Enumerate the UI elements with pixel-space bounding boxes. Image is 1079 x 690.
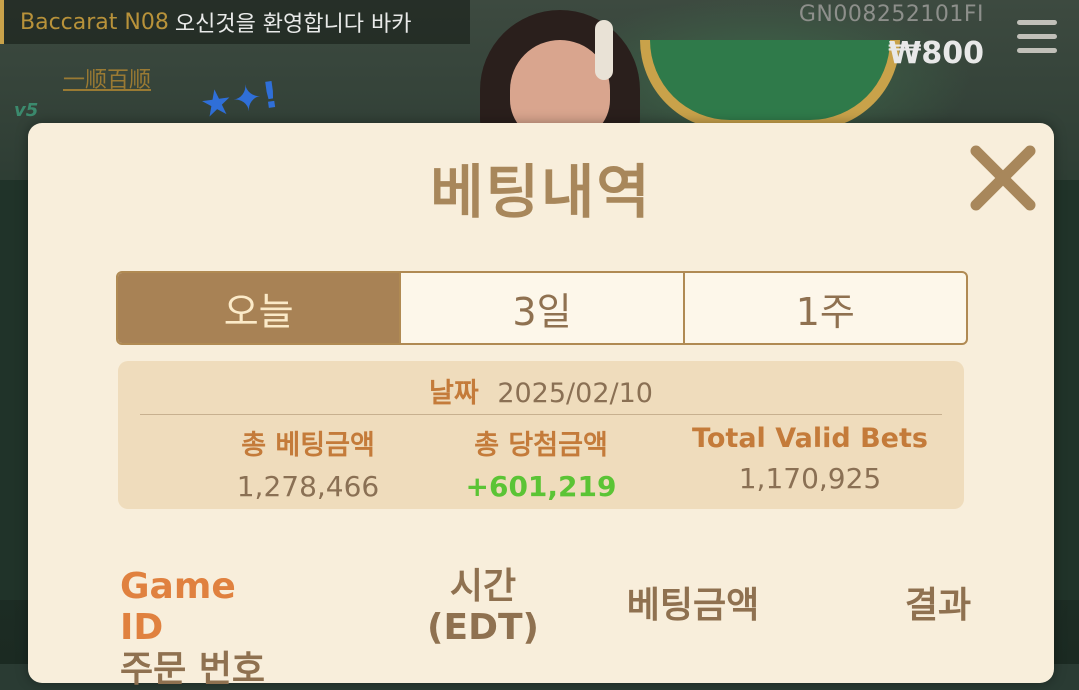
table-nickname-link[interactable]: 一顺百顺 bbox=[63, 62, 151, 94]
summary-divider bbox=[140, 414, 942, 415]
valid-bets-value: 1,170,925 bbox=[738, 462, 882, 495]
date-label: 날짜 bbox=[429, 378, 479, 409]
baccarat-table-image bbox=[640, 40, 900, 130]
column-header-result: 결과 bbox=[904, 585, 972, 626]
column-header-game-id: Game ID 주문 번호 bbox=[120, 566, 290, 690]
tab-today[interactable]: 오늘 bbox=[118, 273, 400, 343]
tab-1-week[interactable]: 1주 bbox=[682, 273, 966, 343]
modal-title: 베팅내역 bbox=[430, 158, 652, 226]
column-header-time: 시간 (EDT) bbox=[398, 566, 568, 649]
dealer-image bbox=[470, 0, 650, 140]
balance: ₩800 bbox=[888, 36, 984, 71]
table-name: Baccarat N08 bbox=[20, 9, 169, 35]
total-bet-stat: 총 베팅금액 1,278,466 bbox=[178, 423, 438, 503]
game-id-header: Game ID bbox=[120, 566, 236, 649]
total-bet-value: 1,278,466 bbox=[236, 470, 380, 503]
account-id: GN008252101FI bbox=[798, 2, 984, 27]
close-icon[interactable] bbox=[968, 143, 1038, 213]
betting-history-modal: 베팅내역 오늘 3일 1주 날짜 2025/02/10 총 베팅금액 1,278… bbox=[28, 123, 1054, 690]
order-number-header: 주문 번호 bbox=[120, 648, 266, 690]
promo-graphic: ★✦! bbox=[197, 74, 282, 127]
summary-panel: 날짜 2025/02/10 총 베팅금액 1,278,466 총 당첨금액 +6… bbox=[118, 361, 964, 509]
date-row: 날짜 2025/02/10 bbox=[118, 371, 964, 410]
tab-3-days[interactable]: 3일 bbox=[399, 273, 682, 343]
column-header-bet-amount: 베팅금액 bbox=[626, 585, 760, 626]
date-value: 2025/02/10 bbox=[497, 378, 653, 409]
hamburger-menu-icon[interactable] bbox=[1017, 20, 1057, 56]
total-win-stat: 총 당첨금액 +601,219 bbox=[411, 423, 671, 503]
time-header: 시간 bbox=[449, 566, 517, 607]
period-tabs: 오늘 3일 1주 bbox=[116, 271, 968, 345]
total-win-value: +601,219 bbox=[465, 470, 617, 503]
valid-bets-label: Total Valid Bets bbox=[692, 423, 928, 454]
valid-bets-stat: Total Valid Bets 1,170,925 bbox=[670, 423, 950, 495]
time-zone-header: (EDT) bbox=[427, 607, 539, 649]
ticker-message: 오신것을 환영합니다 바카 bbox=[174, 12, 412, 37]
welcome-ticker: Baccarat N08 오신것을 환영합니다 바카 bbox=[0, 0, 470, 44]
total-win-label: 총 당첨금액 bbox=[474, 430, 608, 461]
version-graphic: v5 bbox=[14, 100, 39, 121]
total-bet-label: 총 베팅금액 bbox=[241, 430, 375, 461]
left-roadmap-strip bbox=[0, 180, 30, 600]
